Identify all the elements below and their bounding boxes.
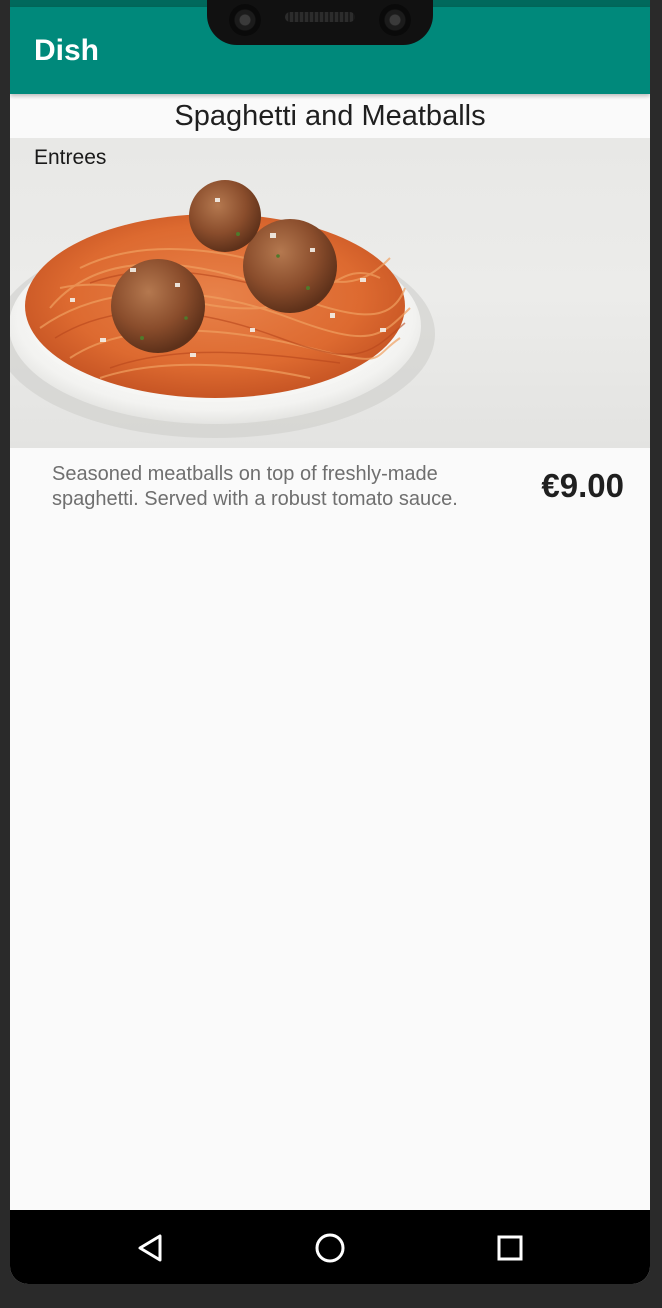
- speaker-grille: [285, 12, 355, 22]
- camera-notch: [207, 0, 433, 45]
- recents-square-icon[interactable]: [490, 1228, 530, 1268]
- screen: Dish Spaghetti and Meatballs Entrees Sea…: [10, 0, 650, 1284]
- back-triangle-icon[interactable]: [130, 1228, 170, 1268]
- home-circle-icon[interactable]: [310, 1228, 350, 1268]
- dish-category: Entrees: [34, 146, 107, 169]
- system-nav-bar: [10, 1210, 650, 1284]
- device-frame: Dish Spaghetti and Meatballs Entrees Sea…: [0, 0, 662, 1308]
- dish-image: Entrees: [10, 138, 650, 448]
- camera-icon: [229, 4, 261, 36]
- camera-icon: [379, 4, 411, 36]
- app-bar-title: Dish: [34, 34, 100, 67]
- dish-price: €9.00: [541, 467, 624, 504]
- spaghetti-meatballs-photo: [10, 180, 435, 438]
- dish-name: Spaghetti and Meatballs: [174, 100, 486, 132]
- dish-description: Seasoned meatballs on top of freshly-mad…: [52, 463, 458, 510]
